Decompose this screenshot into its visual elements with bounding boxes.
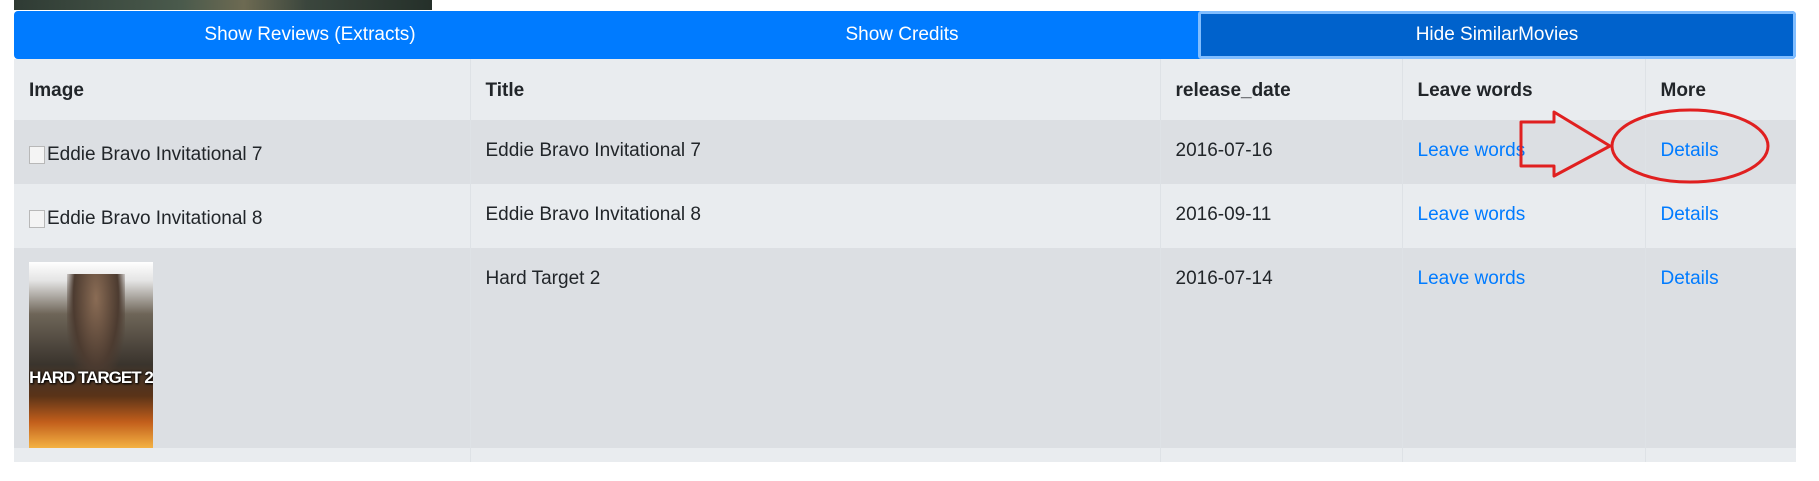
table-row: Eddie Bravo Invitational 8 Eddie Bravo I…	[14, 184, 1796, 248]
movie-backdrop-image	[14, 0, 432, 10]
show-reviews-button[interactable]: Show Reviews (Extracts)	[14, 11, 606, 59]
empty-cell	[1159, 448, 1402, 462]
more-cell: Details	[1644, 120, 1796, 184]
details-link[interactable]: Details	[1661, 140, 1719, 161]
empty-cell	[1644, 448, 1796, 462]
more-cell: Details	[1644, 248, 1796, 448]
section-toggle-bar: Show Reviews (Extracts) Show Credits Hid…	[14, 11, 1796, 59]
image-cell: Eddie Bravo Invitational 8	[14, 184, 470, 248]
leave-words-link[interactable]: Leave words	[1418, 204, 1526, 225]
empty-cell	[1401, 448, 1645, 462]
similar-movies-table: Image Title release_date Leave words Mor…	[14, 59, 1796, 462]
show-credits-button[interactable]: Show Credits	[606, 11, 1198, 59]
image-alt-text: Eddie Bravo Invitational 7	[47, 144, 263, 165]
title-cell: Hard Target 2	[469, 248, 1160, 448]
poster-title-text: HARD TARGET 2	[29, 368, 153, 387]
more-cell: Details	[1644, 184, 1796, 248]
table-header-row: Image Title release_date Leave words Mor…	[14, 59, 1796, 120]
empty-cell	[469, 448, 1160, 462]
title-cell: Eddie Bravo Invitational 7	[469, 120, 1160, 184]
release-date-cell: 2016-07-14	[1159, 248, 1402, 448]
leave-words-cell: Leave words	[1401, 184, 1645, 248]
release-date-cell: 2016-07-16	[1159, 120, 1402, 184]
table-row	[14, 448, 1796, 462]
title-cell: Eddie Bravo Invitational 8	[469, 184, 1160, 248]
broken-image-icon	[29, 146, 45, 164]
table-row: HARD TARGET 2 Hard Target 2 2016-07-14 L…	[14, 248, 1796, 448]
release-date-cell: 2016-09-11	[1159, 184, 1402, 248]
broken-image: Eddie Bravo Invitational 8	[29, 208, 262, 230]
leave-words-link[interactable]: Leave words	[1418, 140, 1526, 161]
broken-image: Eddie Bravo Invitational 7	[29, 144, 262, 166]
details-link[interactable]: Details	[1661, 268, 1719, 289]
leave-words-cell: Leave words	[1401, 120, 1645, 184]
details-link[interactable]: Details	[1661, 204, 1719, 225]
hide-similar-movies-button[interactable]: Hide SimilarMovies	[1198, 11, 1796, 59]
leave-words-cell: Leave words	[1401, 248, 1645, 448]
broken-image-icon	[29, 210, 45, 228]
column-header-release-date: release_date	[1159, 59, 1402, 120]
empty-cell	[14, 448, 470, 462]
image-alt-text: Eddie Bravo Invitational 8	[47, 208, 263, 229]
image-cell: HARD TARGET 2	[14, 248, 470, 448]
column-header-leave-words: Leave words	[1401, 59, 1645, 120]
table-row: Eddie Bravo Invitational 7 Eddie Bravo I…	[14, 120, 1796, 184]
leave-words-link[interactable]: Leave words	[1418, 268, 1526, 289]
column-header-title: Title	[469, 59, 1160, 120]
column-header-more: More	[1644, 59, 1796, 120]
movie-poster-image: HARD TARGET 2	[29, 262, 153, 448]
image-cell: Eddie Bravo Invitational 7	[14, 120, 470, 184]
column-header-image: Image	[29, 80, 84, 101]
